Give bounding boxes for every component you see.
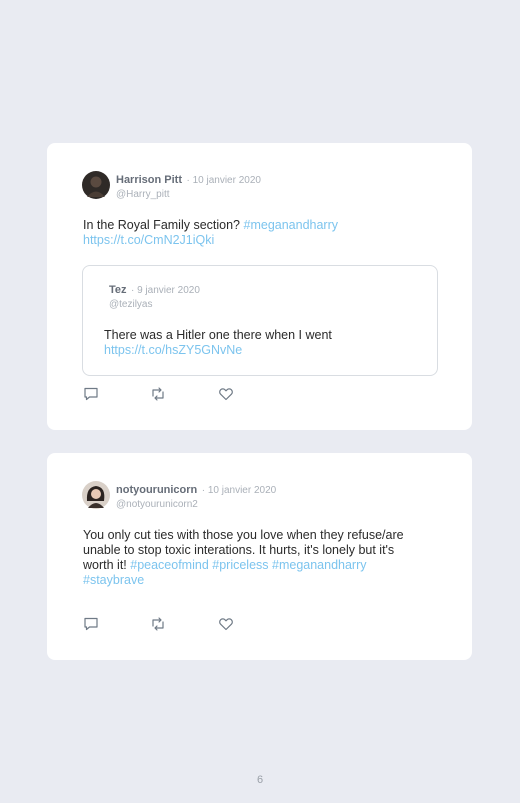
quoted-tweet-text: There was a Hitler one there when I went…: [104, 328, 427, 358]
author-handle[interactable]: @notyourunicorn2: [116, 498, 276, 511]
tweet-text-line: You only cut ties with those you love wh…: [83, 528, 404, 542]
heart-icon[interactable]: [218, 616, 234, 632]
reply-icon[interactable]: [83, 386, 99, 402]
hashtag-link[interactable]: #meganandharry: [244, 218, 339, 232]
hashtag-links[interactable]: #peaceofmind #priceless #meganandharry: [130, 558, 366, 572]
tweet-text-line: unable to stop toxic interations. It hur…: [83, 543, 395, 557]
reply-icon[interactable]: [83, 616, 99, 632]
tweet-text: In the Royal Family section? #meganandha…: [83, 218, 436, 248]
tweet-date: · 10 janvier 2020: [186, 175, 261, 186]
author-name[interactable]: Harrison Pitt: [116, 174, 182, 186]
page-number: 6: [256, 774, 264, 786]
quoted-author-handle[interactable]: @tezilyas: [109, 298, 200, 311]
avatar[interactable]: [82, 481, 110, 509]
quoted-tweet-date: · 9 janvier 2020: [130, 285, 200, 296]
tweet-text: You only cut ties with those you love wh…: [83, 528, 436, 588]
quoted-tweet-url-link[interactable]: https://t.co/hsZY5GNvNe: [104, 343, 242, 357]
retweet-icon[interactable]: [150, 386, 166, 402]
quoted-author-name[interactable]: Tez: [109, 284, 127, 296]
author-name[interactable]: notyourunicorn: [116, 484, 197, 496]
tweet-date: · 10 janvier 2020: [201, 485, 277, 496]
heart-icon[interactable]: [218, 386, 234, 402]
avatar[interactable]: [82, 171, 110, 199]
tweet-url-link[interactable]: https://t.co/CmN2J1iQki: [83, 233, 214, 247]
quoted-tweet-text-content: There was a Hitler one there when I went: [104, 328, 332, 342]
retweet-icon[interactable]: [150, 616, 166, 632]
tweet-text-line: worth it!: [83, 558, 127, 572]
tweet-actions: [83, 616, 243, 632]
tweet-text-content: In the Royal Family section?: [83, 218, 241, 232]
tweet-card: Harrison Pitt · 10 janvier 2020 @Harry_p…: [47, 143, 472, 430]
quoted-tweet[interactable]: Tez · 9 janvier 2020 @tezilyas There was…: [82, 265, 438, 376]
tweet-card: notyourunicorn · 10 janvier 2020 @notyou…: [47, 453, 472, 660]
hashtag-link[interactable]: #staybrave: [83, 573, 144, 587]
author-handle[interactable]: @Harry_pitt: [116, 188, 261, 201]
tweet-actions: [83, 386, 243, 402]
